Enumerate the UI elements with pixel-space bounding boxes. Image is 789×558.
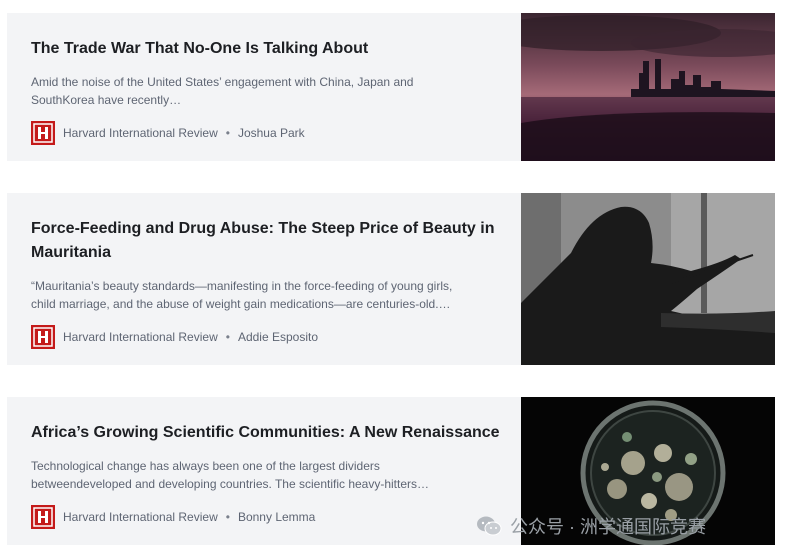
summary-line: child marriage, and the abuse of weight … <box>31 297 451 311</box>
publication-name[interactable]: Harvard International Review <box>63 330 218 344</box>
harvard-h-logo-icon <box>31 505 55 529</box>
summary-line: Amid the noise of the United States’ eng… <box>31 75 414 89</box>
city-skyline-dusk-image[interactable] <box>521 13 775 161</box>
article-text: The Trade War That No-One Is Talking Abo… <box>7 13 521 161</box>
article-summary: “Mauritania’s beauty standards—manifesti… <box>31 277 505 313</box>
meta-separator: • <box>225 510 230 524</box>
article-title[interactable]: The Trade War That No-One Is Talking Abo… <box>31 37 505 61</box>
article-card[interactable]: The Trade War That No-One Is Talking Abo… <box>7 13 775 161</box>
summary-line: betweendeveloped and developing countrie… <box>31 477 430 491</box>
watermark: 公众号 · 洲学通国际竞赛 <box>476 513 706 539</box>
meta-separator: • <box>225 330 230 344</box>
article-title[interactable]: Force-Feeding and Drug Abuse: The Steep … <box>31 217 505 265</box>
meta-separator: • <box>225 126 230 140</box>
watermark-text: 公众号 · 洲学通国际竞赛 <box>510 517 706 537</box>
author-name[interactable]: Addie Esposito <box>238 330 318 344</box>
title-line: Mauritania <box>31 244 112 261</box>
summary-line: Technological change has always been one… <box>31 459 380 473</box>
title-line: Force-Feeding and Drug Abuse: The Steep … <box>31 220 495 237</box>
summary-line: “Mauritania’s beauty standards—manifesti… <box>31 279 453 293</box>
article-meta: Harvard International Review • Joshua Pa… <box>31 121 505 145</box>
article-title[interactable]: Africa’s Growing Scientific Communities:… <box>31 421 505 445</box>
publication-name[interactable]: Harvard International Review <box>63 126 218 140</box>
article-summary: Amid the noise of the United States’ eng… <box>31 73 505 109</box>
summary-line: SouthKorea have recently… <box>31 93 182 107</box>
article-summary: Technological change has always been one… <box>31 457 505 493</box>
article-meta: Harvard International Review • Bonny Lem… <box>31 505 505 529</box>
publication-name[interactable]: Harvard International Review <box>63 510 218 524</box>
article-text: Africa’s Growing Scientific Communities:… <box>7 397 521 545</box>
article-card[interactable]: Force-Feeding and Drug Abuse: The Steep … <box>7 193 775 365</box>
harvard-h-logo-icon <box>31 121 55 145</box>
silhouette-eating-image[interactable] <box>521 193 775 365</box>
author-name[interactable]: Joshua Park <box>238 126 305 140</box>
author-name[interactable]: Bonny Lemma <box>238 510 315 524</box>
article-meta: Harvard International Review • Addie Esp… <box>31 325 505 349</box>
article-text: Force-Feeding and Drug Abuse: The Steep … <box>7 193 521 365</box>
harvard-h-logo-icon <box>31 325 55 349</box>
wechat-icon <box>476 515 502 537</box>
